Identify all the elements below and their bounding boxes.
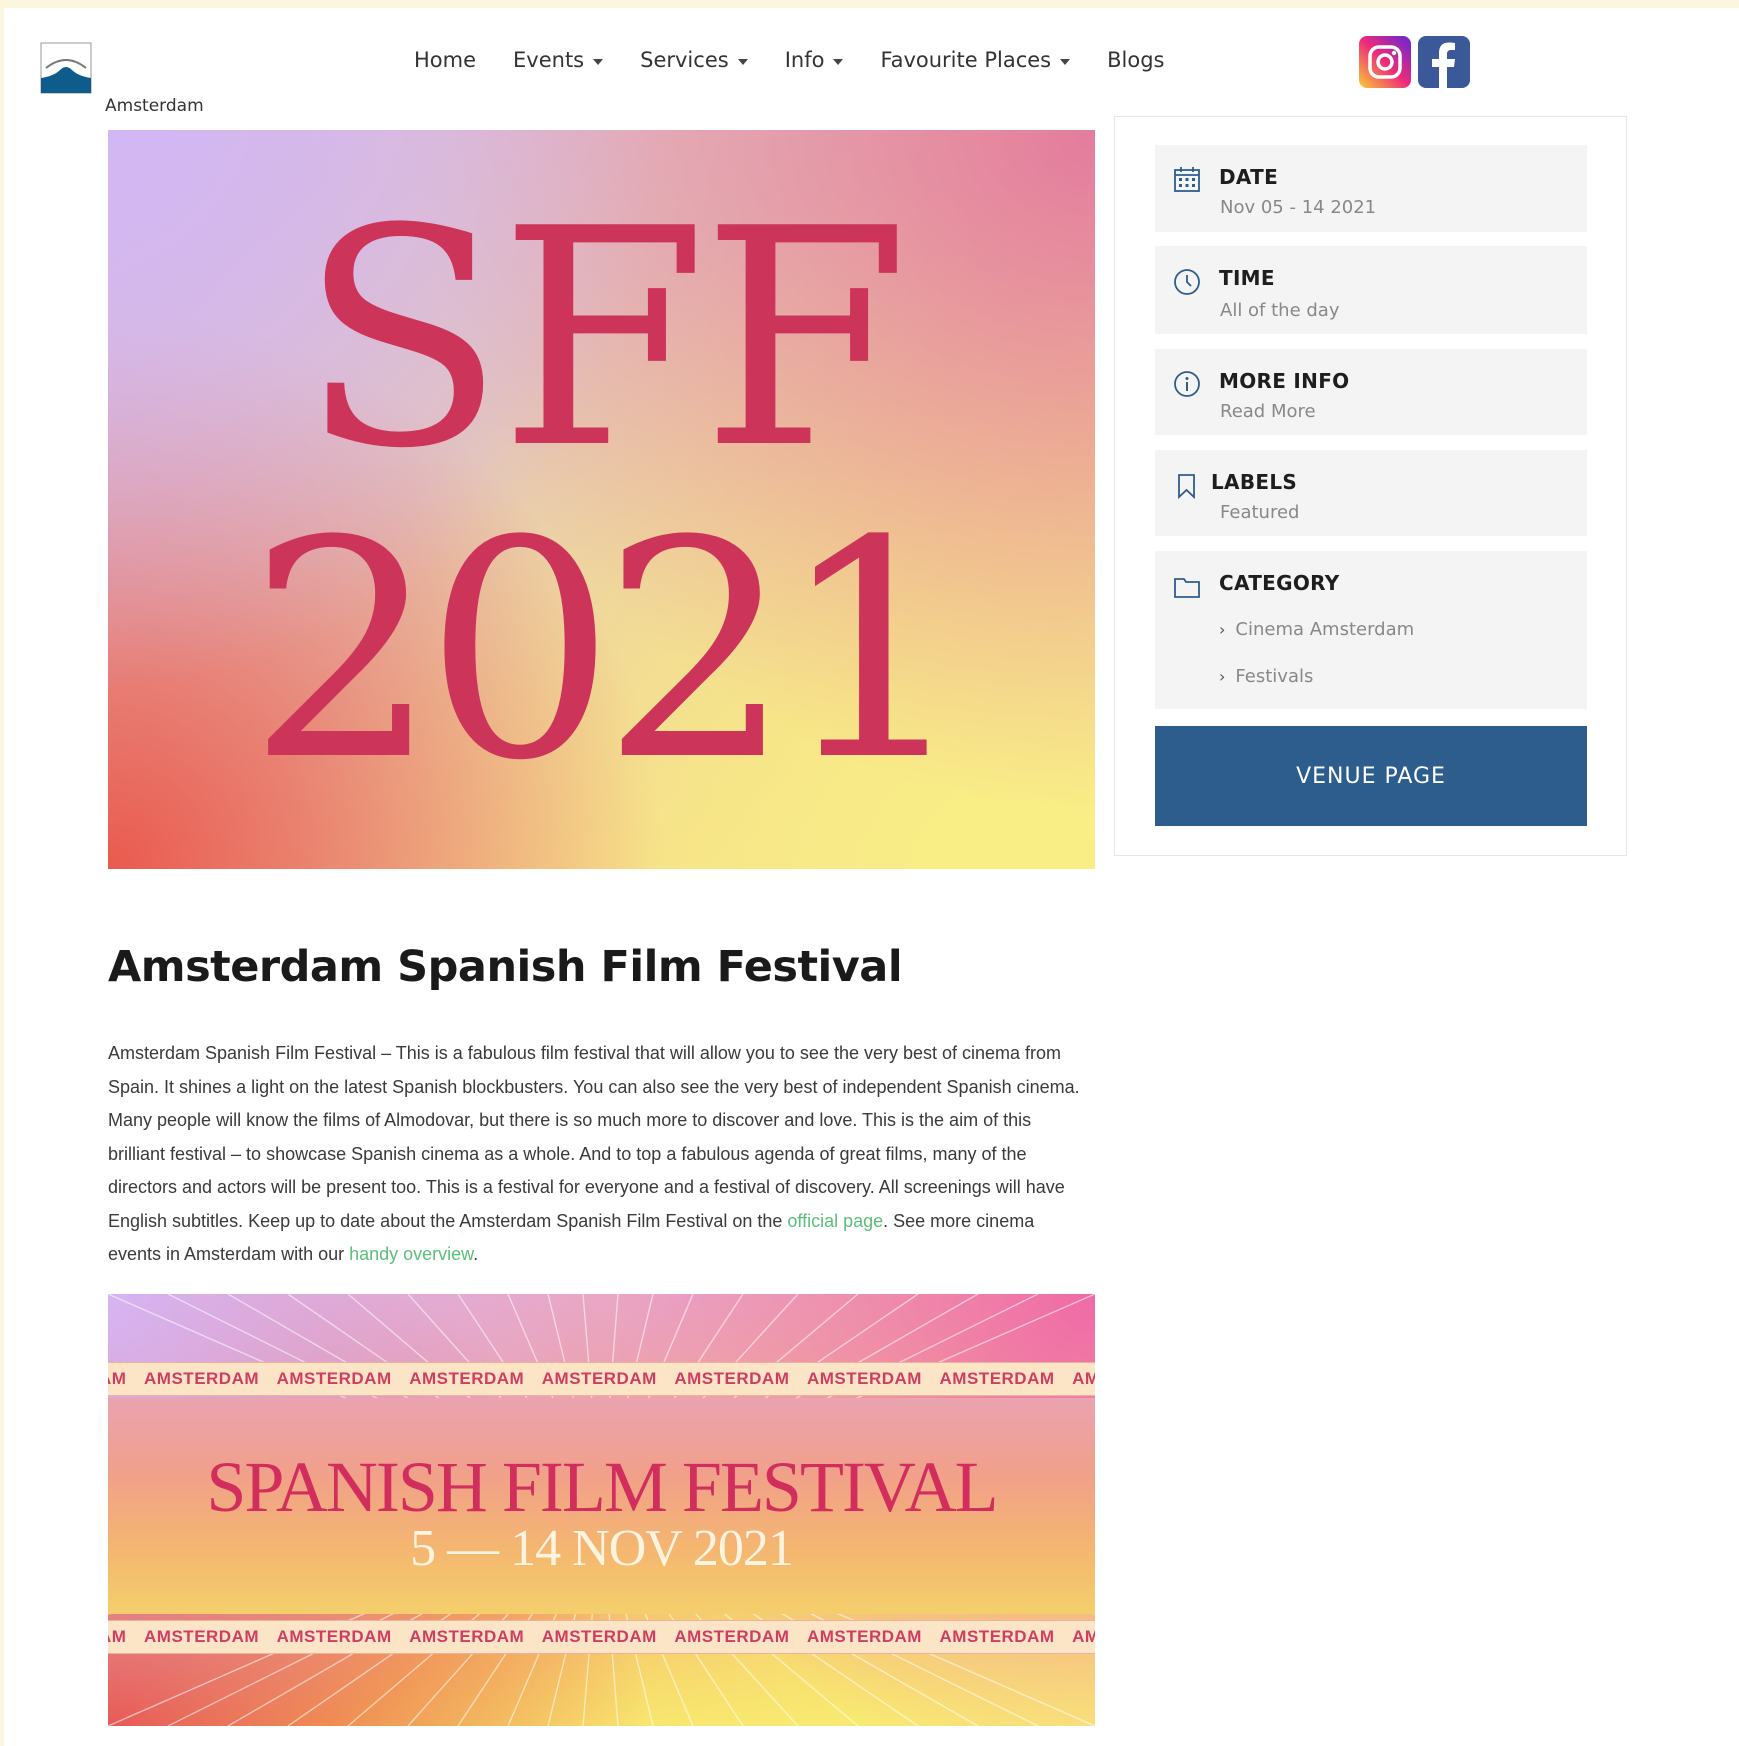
nav-favourite-places[interactable]: Favourite Places: [880, 48, 1071, 72]
official-page-link[interactable]: official page: [787, 1211, 883, 1231]
poster-band-bottom: AM AMSTERDAM AMSTERDAM AMSTERDAM AMSTERD…: [108, 1620, 1095, 1654]
caret-down-icon: [737, 58, 748, 65]
nav-events-label: Events: [513, 48, 585, 72]
chevron-right-icon: ›: [1219, 620, 1226, 639]
hero-image: SFF 2021: [108, 130, 1095, 869]
caret-down-icon: [593, 58, 604, 65]
band-text: AM AMSTERDAM AMSTERDAM AMSTERDAM AMSTERD…: [108, 1369, 1095, 1388]
labels-title: LABELS: [1211, 470, 1298, 494]
bookmark-icon: [1178, 474, 1195, 500]
caret-down-icon: [833, 58, 844, 65]
article-title: Amsterdam Spanish Film Festival: [108, 942, 903, 992]
site-name: Amsterdam: [105, 96, 204, 116]
category-item-label: Cinema Amsterdam: [1235, 619, 1415, 640]
article-text: Amsterdam Spanish Film Festival – This i…: [108, 1043, 1080, 1231]
nav-info[interactable]: Info: [785, 48, 844, 72]
hero-year: 2021: [247, 477, 969, 826]
nav-home-label: Home: [414, 48, 477, 72]
venue-page-button[interactable]: VENUE PAGE: [1155, 726, 1587, 826]
main-nav: Home Events Services Info Favourite Plac…: [414, 48, 1202, 72]
hero-title: SFF: [299, 165, 910, 514]
category-box: CATEGORY › Cinema Amsterdam › Festivals: [1155, 551, 1587, 709]
poster-band-top: AM AMSTERDAM AMSTERDAM AMSTERDAM AMSTERD…: [108, 1362, 1095, 1396]
read-more-link[interactable]: Read More: [1220, 401, 1316, 422]
calendar-icon: [1174, 167, 1200, 192]
nav-services-label: Services: [640, 48, 729, 72]
caret-down-icon: [1060, 58, 1071, 65]
facebook-icon[interactable]: [1418, 36, 1470, 88]
date-box: DATE Nov 05 - 14 2021: [1155, 145, 1587, 232]
nav-services[interactable]: Services: [640, 48, 748, 72]
nav-blogs-label: Blogs: [1107, 48, 1165, 72]
nav-info-label: Info: [784, 48, 825, 72]
nav-events[interactable]: Events: [513, 48, 604, 72]
nav-home[interactable]: Home: [414, 48, 476, 72]
site-logo[interactable]: [40, 42, 92, 94]
clock-icon: [1174, 269, 1200, 295]
category-title: CATEGORY: [1219, 571, 1340, 595]
time-title: TIME: [1219, 266, 1275, 290]
date-title: DATE: [1219, 165, 1279, 189]
nav-favourite-places-label: Favourite Places: [880, 48, 1052, 72]
article-text: .: [473, 1244, 479, 1264]
time-value: All of the day: [1220, 300, 1340, 321]
festival-poster: AM AMSTERDAM AMSTERDAM AMSTERDAM AMSTERD…: [108, 1294, 1095, 1726]
date-value: Nov 05 - 14 2021: [1220, 197, 1377, 218]
poster-dates: 5 — 14 NOV 2021: [410, 1520, 794, 1577]
folder-icon: [1174, 578, 1200, 598]
time-box: TIME All of the day: [1155, 246, 1587, 334]
band-text: AM AMSTERDAM AMSTERDAM AMSTERDAM AMSTERD…: [108, 1627, 1095, 1646]
labels-box: LABELS Featured: [1155, 450, 1587, 536]
article-body: Amsterdam Spanish Film Festival – This i…: [108, 1037, 1088, 1272]
nav-blogs[interactable]: Blogs: [1107, 48, 1164, 72]
more-info-title: MORE INFO: [1219, 369, 1350, 393]
labels-value[interactable]: Featured: [1220, 502, 1299, 523]
chevron-right-icon: ›: [1219, 667, 1226, 686]
poster-title: SPANISH FILM FESTIVAL: [206, 1447, 998, 1527]
event-details-sidebar: DATE Nov 05 - 14 2021 TIME All of the da…: [1114, 116, 1627, 856]
handy-overview-link[interactable]: handy overview: [349, 1244, 473, 1264]
info-icon: [1174, 371, 1200, 397]
category-item-label: Festivals: [1235, 666, 1314, 687]
category-item-festivals[interactable]: › Festivals: [1219, 666, 1313, 687]
instagram-icon[interactable]: [1359, 36, 1411, 88]
logo-icon: [40, 42, 92, 94]
category-item-cinema-amsterdam[interactable]: › Cinema Amsterdam: [1219, 619, 1414, 640]
more-info-box: MORE INFO Read More: [1155, 349, 1587, 435]
